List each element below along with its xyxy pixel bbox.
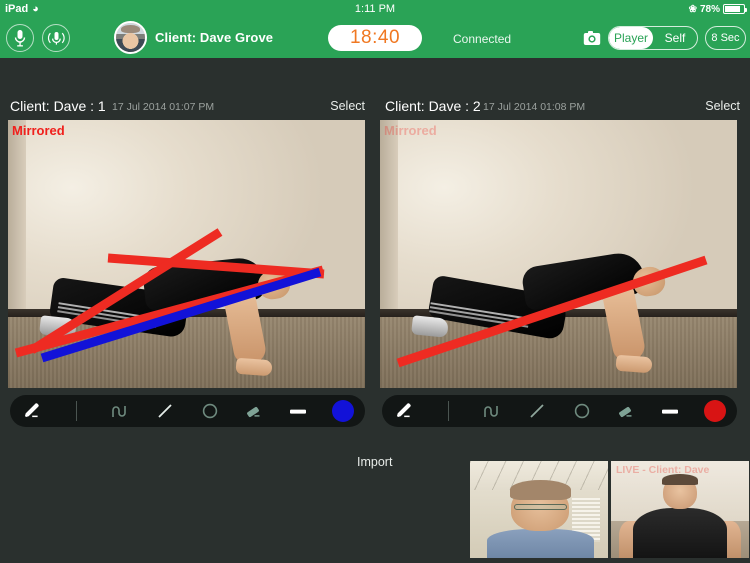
panel-2-mirrored-label: Mirrored <box>384 123 437 138</box>
segment-self[interactable]: Self <box>653 27 697 49</box>
client-live-video-thumbnail[interactable]: LIVE - Client: Dave <box>611 461 749 558</box>
video-panel-1: Client: Dave : 1 17 Jul 2014 01:07 PM Se… <box>0 58 375 435</box>
panel-1-annotation-lines <box>14 228 325 363</box>
panel-2-select-button[interactable]: Select <box>705 99 740 113</box>
panel-1-drawing-toolbar[interactable] <box>10 395 365 427</box>
panel-2-drawing-toolbar[interactable] <box>382 395 737 427</box>
battery-icon <box>723 4 747 14</box>
panel-1-date: 17 Jul 2014 01:07 PM <box>112 101 215 113</box>
avatar[interactable] <box>114 21 147 54</box>
panel-1-header: Client: Dave : 1 17 Jul 2014 01:07 PM Se… <box>0 98 375 120</box>
view-mode-segmented-control[interactable]: Player Self <box>608 26 698 50</box>
panel-2-eraser-tool[interactable] <box>604 395 648 427</box>
self-video-thumbnail[interactable] <box>470 461 608 558</box>
speaker-mic-icon[interactable] <box>42 24 70 52</box>
annotation-stroke-2 <box>107 253 325 279</box>
panel-1-eraser-tool[interactable] <box>232 395 276 427</box>
panel-2-line-width-tool[interactable] <box>648 395 692 427</box>
microphone-icon[interactable] <box>6 24 34 52</box>
panel-2-line-tool[interactable] <box>515 395 559 427</box>
panel-1-toolbar-divider <box>54 395 98 427</box>
panel-2-annotation-lines <box>396 255 708 368</box>
app-toolbar: Client: Dave Grove 18:40 Connected Playe… <box>0 18 750 58</box>
panel-2-title: Client: Dave : 2 <box>385 98 481 114</box>
panel-2-color-swatch[interactable] <box>693 395 737 427</box>
panel-2-circle-tool[interactable] <box>560 395 604 427</box>
panel-2-date: 17 Jul 2014 01:08 PM <box>483 101 586 113</box>
status-bar-right: ❀ 78% <box>688 3 747 15</box>
panel-2-video[interactable]: Mirrored <box>380 120 737 388</box>
battery-percent-label: 78% <box>699 3 720 15</box>
panel-2-curve-tool[interactable] <box>471 395 515 427</box>
panel-1-color-swatch[interactable] <box>321 395 365 427</box>
duration-button[interactable]: 8 Sec <box>705 26 746 50</box>
panel-2-pencil-tool[interactable] <box>382 395 426 427</box>
connection-status: Connected <box>453 32 512 46</box>
import-button[interactable]: Import <box>357 455 392 469</box>
bluetooth-icon: ❀ <box>688 3 697 15</box>
panel-1-circle-tool[interactable] <box>188 395 232 427</box>
live-client-label: LIVE - Client: Dave <box>616 464 710 476</box>
video-panel-2: Client: Dave : 2 17 Jul 2014 01:08 PM Se… <box>375 58 750 435</box>
session-timer-value: 18:40 <box>349 27 401 48</box>
panel-2-header: Client: Dave : 2 17 Jul 2014 01:08 PM Se… <box>375 98 750 120</box>
session-timer[interactable]: 18:40 <box>328 25 422 51</box>
panel-1-video[interactable]: Mirrored <box>8 120 365 388</box>
camera-icon[interactable] <box>583 30 601 51</box>
panel-1-title: Client: Dave : 1 <box>10 98 106 114</box>
panel-1-select-button[interactable]: Select <box>330 99 365 113</box>
panel-1-line-width-tool[interactable] <box>276 395 320 427</box>
panel-1-curve-tool[interactable] <box>99 395 143 427</box>
segment-player[interactable]: Player <box>609 27 653 49</box>
panel-2-toolbar-divider <box>426 395 470 427</box>
ios-status-bar: iPad ◕ 1:11 PM ❀ 78% <box>0 0 750 18</box>
panel-1-line-tool[interactable] <box>143 395 187 427</box>
status-bar-clock: 1:11 PM <box>354 3 396 15</box>
client-name-label: Client: Dave Grove <box>155 30 274 45</box>
panel-1-mirrored-label: Mirrored <box>12 123 65 138</box>
panel-1-pencil-tool[interactable] <box>10 395 54 427</box>
annotation-stroke-1 <box>396 255 708 368</box>
